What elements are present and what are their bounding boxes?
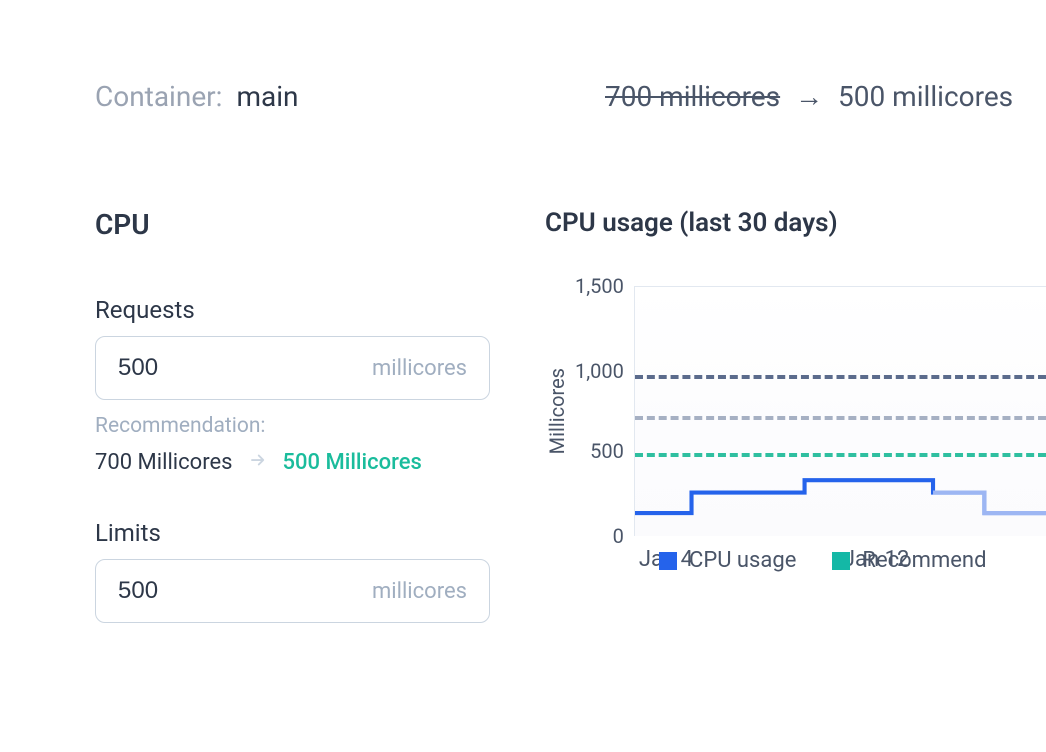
chart-title: CPU usage (last 30 days) [545,208,1046,238]
change-new: 500 millicores [838,80,1013,113]
limits-input-group[interactable]: millicores [95,559,490,623]
recommendation-to: 500 Millicores [283,450,422,475]
chart-legend: CPU usage Recommend [659,548,986,573]
y-tick: 0 [575,526,624,546]
legend-recommended: Recommend [832,548,986,573]
y-tick: 500 [575,441,624,461]
recommendation-from: 700 Millicores [95,450,233,475]
cpu-title: CPU [95,208,490,241]
chart-panel: CPU usage (last 30 days) Millicores 1,50… [545,208,1046,536]
legend-usage-label: CPU usage [689,548,796,573]
square-icon [659,552,677,570]
legend-recommended-label: Recommend [862,548,986,573]
limits-label: Limits [95,519,490,547]
plot-area: Jan 4 Jan 12 [634,286,1046,536]
requests-label: Requests [95,296,490,324]
requests-input-group[interactable]: millicores [95,336,490,400]
y-tick: 1,000 [575,361,624,381]
limits-unit: millicores [372,579,467,604]
requests-input[interactable] [118,354,372,382]
chart-wrap: Millicores 1,500 1,000 500 0 Jan 4 Jan 1… [545,286,1046,536]
y-axis-ticks: 1,500 1,000 500 0 [575,286,634,536]
arrow-right-icon [247,450,269,475]
change-old: 700 millicores [605,80,780,113]
header-change: 700 millicores → 500 millicores [605,80,1013,113]
y-tick: 1,500 [575,276,624,296]
container-label: Container: [95,80,222,113]
recommendation-label: Recommendation: [95,414,490,438]
container-name: main [236,80,298,113]
requests-unit: millicores [372,356,467,381]
square-icon [832,552,850,570]
recommendation-row: 700 Millicores 500 Millicores [95,450,490,475]
usage-line [635,287,1046,544]
legend-usage: CPU usage [659,548,796,573]
cpu-panel: CPU Requests millicores Recommendation: … [95,208,490,637]
limits-input[interactable] [118,577,372,605]
arrow-right-icon: → [795,80,823,113]
y-axis-label: Millicores [545,368,569,454]
